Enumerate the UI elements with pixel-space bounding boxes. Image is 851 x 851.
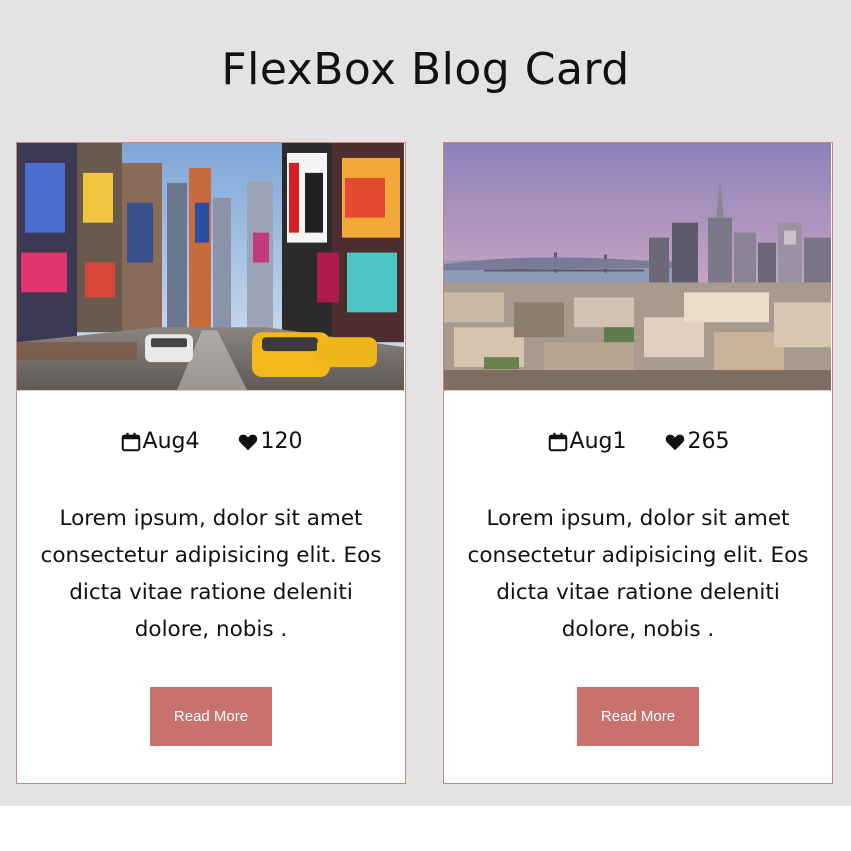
calendar-icon [121, 432, 140, 451]
blog-card: Aug1 265 Lorem ipsum, dolor sit amet con… [443, 142, 833, 784]
blog-card: Aug4 120 Lorem ipsum, dolor sit amet con… [16, 142, 406, 784]
post-excerpt: Lorem ipsum, dolor sit amet consectetur … [467, 506, 809, 642]
post-likes: 120 [237, 429, 302, 454]
post-date: Aug4 [120, 429, 200, 454]
city-skyline-photo [444, 143, 831, 391]
heart-icon [239, 434, 258, 450]
post-meta: Aug1 265 [444, 429, 832, 454]
read-more-button[interactable]: Read More [150, 687, 272, 746]
post-date: Aug1 [547, 429, 627, 454]
post-date-text: Aug4 [142, 429, 200, 454]
post-likes-count: 265 [687, 429, 730, 454]
post-excerpt: Lorem ipsum, dolor sit amet consectetur … [40, 506, 382, 642]
times-square-photo [17, 143, 404, 391]
post-likes: 265 [664, 429, 729, 454]
page-background: FlexBox Blog Card Aug4 120 Lorem ipsum, … [0, 0, 851, 806]
heart-icon [666, 434, 685, 450]
post-likes-count: 120 [260, 429, 303, 454]
post-date-text: Aug1 [569, 429, 627, 454]
read-more-button[interactable]: Read More [577, 687, 699, 746]
calendar-icon [548, 432, 567, 451]
page-title: FlexBox Blog Card [221, 44, 630, 95]
post-meta: Aug4 120 [17, 429, 405, 454]
